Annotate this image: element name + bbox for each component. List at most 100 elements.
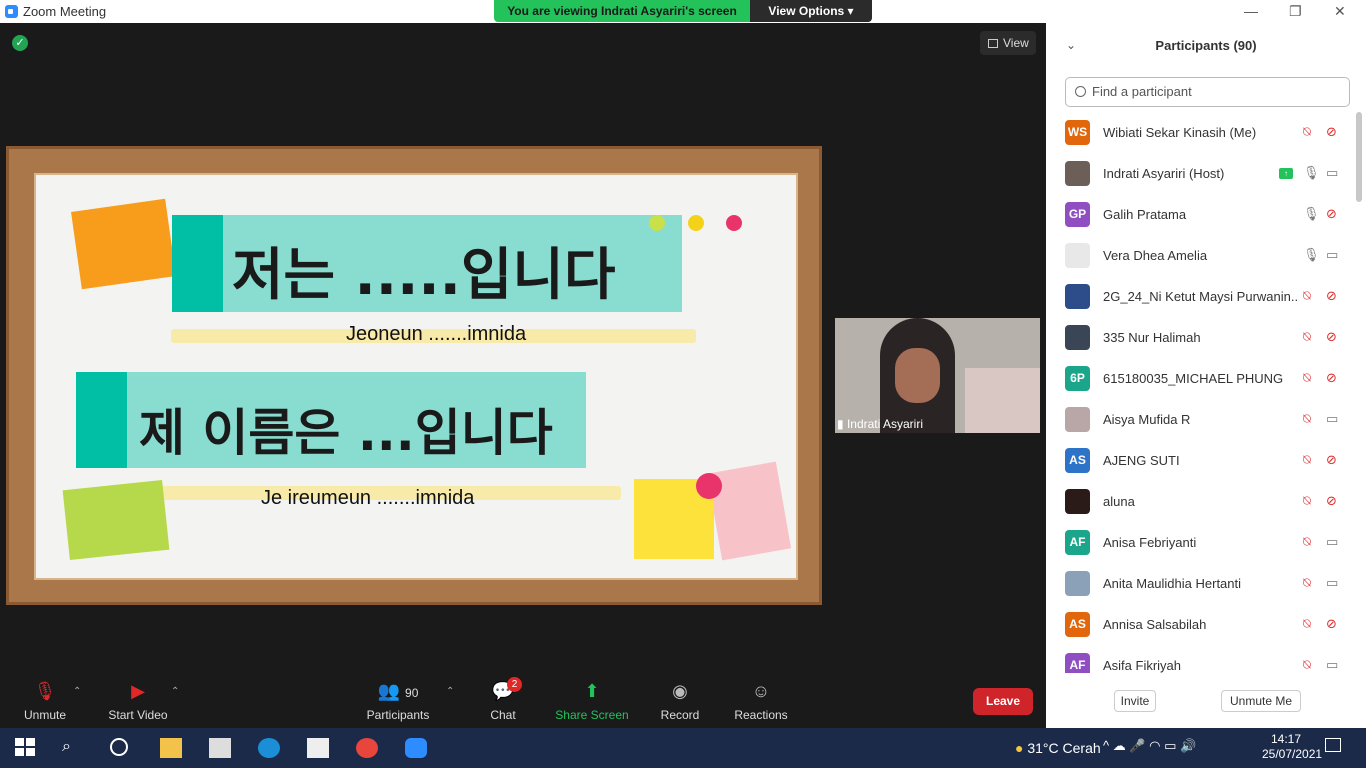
microphone-icon: 🎤 xyxy=(1129,738,1146,753)
share-screen-button[interactable]: ⬆ Share Screen xyxy=(553,680,631,722)
participant-name: aluna xyxy=(1103,494,1135,509)
pink-pin-icon xyxy=(726,215,742,231)
participant-row[interactable]: AF Asifa Fikriyah ⍉ ▭ xyxy=(1046,646,1356,673)
zoom-logo-icon xyxy=(5,5,18,18)
participant-row[interactable]: 335 Nur Halimah ⍉ ⊘ xyxy=(1046,318,1356,359)
mic-muted-icon: ⍉ xyxy=(1303,288,1311,303)
edge-icon[interactable] xyxy=(258,738,280,758)
record-button[interactable]: ◉ Record xyxy=(655,680,705,722)
signal-icon: ▮ xyxy=(837,417,844,431)
participant-row[interactable]: 6P 615180035_MICHAEL PHUNG ⍉ ⊘ xyxy=(1046,359,1356,400)
screen-share-banner: You are viewing Indrati Asyariri's scree… xyxy=(494,0,872,22)
orange-sticky-note xyxy=(71,198,176,290)
participant-row[interactable]: AF Anisa Febriyanti ⍉ ▭ xyxy=(1046,523,1356,564)
mic-muted-icon: ⍉ xyxy=(1303,411,1311,426)
participants-panel-title: Participants (90) xyxy=(1155,38,1257,53)
reactions-button[interactable]: ☺ Reactions xyxy=(730,680,792,722)
participant-row[interactable]: Vera Dhea Amelia 🎙 ▭ xyxy=(1046,236,1356,277)
unmute-button[interactable]: 🎙 Unmute xyxy=(15,680,75,722)
invite-button[interactable]: Invite xyxy=(1114,690,1156,712)
reactions-label: Reactions xyxy=(734,708,788,722)
participant-name: Anisa Febriyanti xyxy=(1103,535,1197,550)
participant-name: 615180035_MICHAEL PHUNG xyxy=(1103,371,1284,386)
file-explorer-icon[interactable] xyxy=(160,738,182,758)
participant-row[interactable]: 2G_24_Ni Ketut Maysi Purwanin... ⍉ ⊘ xyxy=(1046,277,1356,318)
participant-row[interactable]: AS AJENG SUTI ⍉ ⊘ xyxy=(1046,441,1356,482)
mic-muted-icon: ⍉ xyxy=(1303,657,1311,672)
video-on-icon: ▭ xyxy=(1326,657,1339,672)
video-options-caret-icon[interactable]: ⌃ xyxy=(171,686,179,697)
mic-muted-icon: ⍉ xyxy=(1303,534,1311,549)
participant-name: 335 Nur Halimah xyxy=(1103,330,1201,345)
participants-button[interactable]: 👥 90 Participants xyxy=(360,680,436,722)
battery-icon: ▭ xyxy=(1164,738,1177,753)
participant-row[interactable]: Anita Maulidhia Hertanti ⍉ ▭ xyxy=(1046,564,1356,605)
mail-icon[interactable] xyxy=(307,738,329,758)
participant-list-scrollbar[interactable] xyxy=(1356,112,1362,202)
minimize-button[interactable]: — xyxy=(1244,3,1258,19)
mic-on-icon: 🎙 xyxy=(1303,247,1320,262)
viewing-screen-message: You are viewing Indrati Asyariri's scree… xyxy=(494,0,750,22)
participant-row[interactable]: GP Galih Pratama 🎙 ⊘ xyxy=(1046,195,1356,236)
encryption-shield-icon[interactable]: ✓ xyxy=(12,35,28,51)
store-icon[interactable] xyxy=(209,738,231,758)
participant-avatar: AF xyxy=(1065,653,1090,673)
weather-widget[interactable]: ● 31°C Cerah xyxy=(1015,740,1101,756)
video-off-icon: ⊘ xyxy=(1326,370,1337,385)
slide-korean-line-1: 저는 .....입니다 xyxy=(232,243,616,308)
audio-options-caret-icon[interactable]: ⌃ xyxy=(73,686,81,697)
participant-name: Anita Maulidhia Hertanti xyxy=(1103,576,1242,591)
participant-search-input[interactable]: Find a participant xyxy=(1065,77,1350,107)
video-off-icon: ⊘ xyxy=(1326,616,1337,631)
participant-name: Indrati Asyariri (Host) xyxy=(1103,166,1225,181)
taskbar-clock[interactable]: 14:17 25/07/2021 xyxy=(1262,732,1322,762)
mic-muted-icon: ⍉ xyxy=(1303,493,1311,508)
participant-avatar: AF xyxy=(1065,530,1090,555)
task-view-icon[interactable] xyxy=(110,738,128,756)
windows-start-icon[interactable] xyxy=(15,738,37,758)
video-off-icon: ⊘ xyxy=(1326,288,1337,303)
participant-avatar: AS xyxy=(1065,612,1090,637)
video-on-icon: ▭ xyxy=(1326,165,1339,180)
view-options-button[interactable]: View Options ▾ xyxy=(750,0,872,22)
participant-row[interactable]: Indrati Asyariri (Host) 🎙 ▭ ↑ xyxy=(1046,154,1356,195)
record-icon: ◉ xyxy=(672,681,688,701)
participant-avatar: 6P xyxy=(1065,366,1090,391)
participants-caret-icon[interactable]: ⌃ xyxy=(446,686,454,697)
weather-condition: Cerah xyxy=(1062,740,1101,756)
leave-button[interactable]: Leave xyxy=(973,688,1033,715)
participant-name: AJENG SUTI xyxy=(1103,453,1180,468)
view-label: View xyxy=(1003,36,1029,50)
participant-row[interactable]: AS Annisa Salsabilah ⍉ ⊘ xyxy=(1046,605,1356,646)
participant-list: WS Wibiati Sekar Kinasih (Me) ⍉ ⊘ Indrati As… xyxy=(1046,113,1356,673)
participant-avatar xyxy=(1065,284,1090,309)
participant-row[interactable]: Aisya Mufida R ⍉ ▭ xyxy=(1046,400,1356,441)
video-off-icon: ⊘ xyxy=(1326,493,1337,508)
video-on-icon: ▭ xyxy=(1326,247,1339,262)
maximize-button[interactable]: ❐ xyxy=(1289,3,1302,20)
search-placeholder: Find a participant xyxy=(1092,84,1192,99)
participant-avatar xyxy=(1065,407,1090,432)
video-off-icon: ⊘ xyxy=(1326,206,1337,221)
participant-avatar: WS xyxy=(1065,120,1090,145)
system-tray[interactable]: ^ ☁ 🎤 ◠ ▭ 🔊 xyxy=(1103,738,1196,754)
green-sticky-note xyxy=(62,479,170,561)
search-icon[interactable]: ⌕ xyxy=(62,738,84,758)
zoom-taskbar-icon[interactable] xyxy=(405,738,427,758)
chrome-icon[interactable] xyxy=(356,738,378,758)
participant-name: Aisya Mufida R xyxy=(1103,412,1191,427)
chevron-up-icon: ^ xyxy=(1103,738,1110,753)
close-button[interactable]: ✕ xyxy=(1334,3,1346,20)
participant-row[interactable]: aluna ⍉ ⊘ xyxy=(1046,482,1356,523)
unmute-me-button[interactable]: Unmute Me xyxy=(1221,690,1301,712)
view-button[interactable]: View xyxy=(980,31,1036,55)
start-video-button[interactable]: ▶ Start Video xyxy=(100,680,176,722)
participant-name: Asifa Fikriyah xyxy=(1103,658,1182,673)
video-tile[interactable]: ▮ Indrati Asyariri xyxy=(835,318,1040,433)
participant-avatar xyxy=(1065,489,1090,514)
video-on-icon: ▭ xyxy=(1326,575,1339,590)
participant-avatar: AS xyxy=(1065,448,1090,473)
participant-row[interactable]: WS Wibiati Sekar Kinasih (Me) ⍉ ⊘ xyxy=(1046,113,1356,154)
video-off-icon: ⊘ xyxy=(1326,124,1337,139)
notifications-icon[interactable] xyxy=(1325,738,1341,752)
